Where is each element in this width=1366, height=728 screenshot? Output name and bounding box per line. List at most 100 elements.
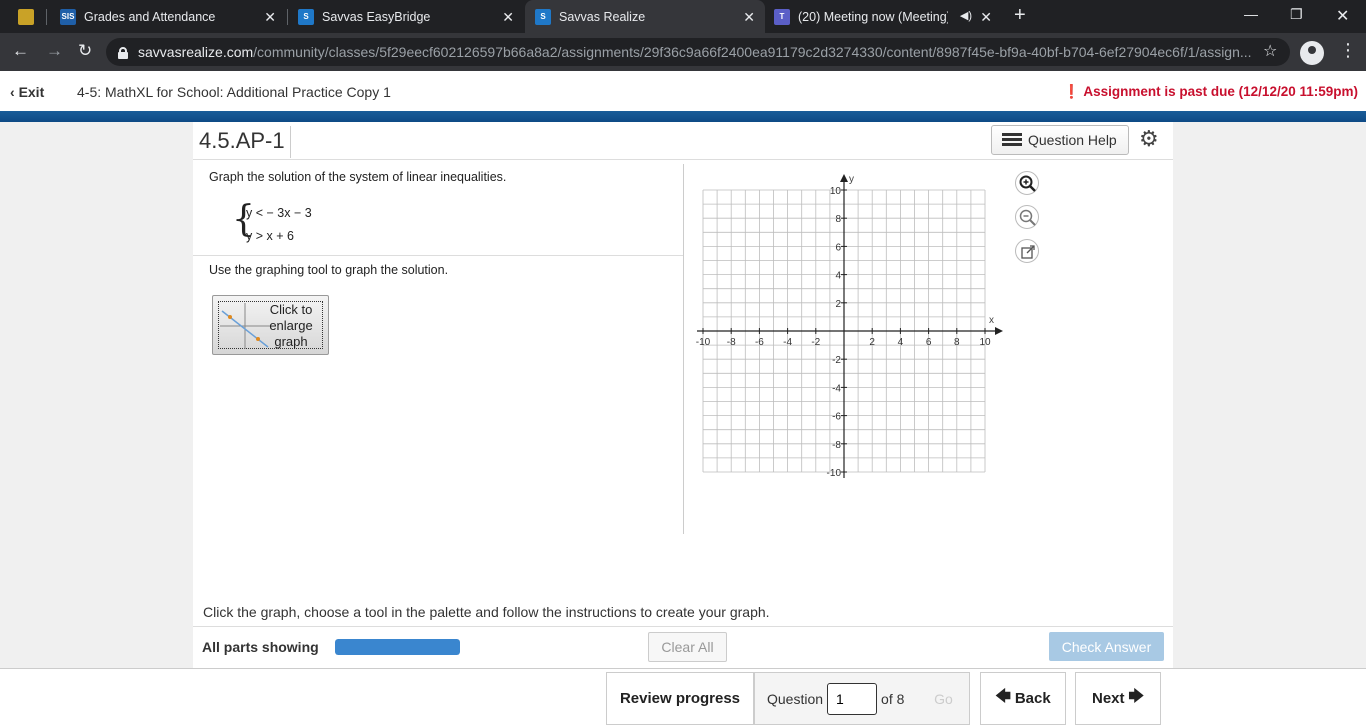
all-parts-label: All parts showing bbox=[202, 639, 319, 655]
x-tick-label: -4 bbox=[783, 337, 792, 348]
close-tab-icon[interactable]: ✕ bbox=[743, 9, 755, 26]
tab-label: (20) Meeting now (Meeting) bbox=[798, 9, 948, 24]
x-tick-label: 4 bbox=[898, 337, 904, 348]
chevron-left-icon: ‹ bbox=[10, 84, 15, 100]
clear-all-button[interactable]: Clear All bbox=[648, 632, 727, 662]
gear-icon[interactable]: ⚙ bbox=[1139, 126, 1159, 152]
y-tick-label: -8 bbox=[832, 440, 841, 451]
external-link-icon[interactable] bbox=[1015, 239, 1039, 263]
x-tick-label: 6 bbox=[926, 337, 932, 348]
graph-hint: Click the graph, choose a tool in the pa… bbox=[203, 604, 770, 620]
enlarge-graph-label: Click to enlarge graph bbox=[269, 302, 313, 349]
alert-icon: ❗ bbox=[1063, 84, 1081, 99]
list-icon bbox=[1002, 133, 1022, 147]
url-path: /community/classes/5f29eecf602126597b66a… bbox=[253, 44, 1252, 60]
enlarge-graph-button[interactable]: Click to enlarge graph bbox=[212, 295, 329, 355]
inequality-1: y < − 3x − 3 bbox=[246, 206, 312, 220]
restore-icon[interactable]: ❐ bbox=[1290, 6, 1303, 23]
question-id: 4.5.AP-1 bbox=[199, 128, 285, 153]
review-progress-button[interactable]: Review progress bbox=[606, 672, 754, 725]
bottom-navigation: Review progress Question of 8 Go 🡄 Back … bbox=[0, 668, 1366, 728]
tab-teams-meeting[interactable]: T (20) Meeting now (Meeting) ◀) ✕ bbox=[766, 0, 1002, 33]
arrow-left-icon: 🡄 bbox=[995, 688, 1011, 705]
y-tick-label: 4 bbox=[835, 271, 841, 282]
next-button[interactable]: Next 🡆 bbox=[1075, 672, 1161, 725]
y-tick-label: 2 bbox=[835, 299, 841, 310]
tab-grades-attendance[interactable]: SIS Grades and Attendance ✕ bbox=[48, 0, 286, 33]
exit-button[interactable]: ‹ Exit bbox=[10, 84, 44, 100]
reload-icon[interactable]: ↻ bbox=[78, 41, 92, 61]
y-axis-arrow bbox=[840, 174, 848, 182]
bookmark-star-icon[interactable]: ☆ bbox=[1263, 41, 1277, 61]
question-help-label: Question Help bbox=[1028, 132, 1117, 148]
coordinate-graph[interactable]: x y -10 -8 -6 -4 -2 2 4 6 8 10 10 8 6 4 2 -2 -4 -6 -8 -10 bbox=[695, 170, 1015, 482]
browser-tab-bar: SIS Grades and Attendance ✕ S Savvas Eas… bbox=[0, 0, 1366, 33]
question-count: of 8 bbox=[881, 690, 905, 707]
teams-favicon-icon: T bbox=[774, 8, 790, 25]
y-axis-label: y bbox=[849, 174, 854, 185]
url-host: savvasrealize.com bbox=[138, 44, 254, 60]
y-tick-label: 10 bbox=[830, 186, 842, 197]
x-axis-arrow bbox=[995, 327, 1003, 335]
savvas-favicon-icon: S bbox=[535, 8, 551, 25]
x-tick-label: -6 bbox=[755, 337, 764, 348]
y-tick-label: -2 bbox=[832, 355, 841, 366]
past-due-text: Assignment is past due (12/12/20 11:59pm… bbox=[1083, 84, 1358, 99]
y-tick-label: -4 bbox=[832, 383, 841, 394]
close-tab-icon[interactable]: ✕ bbox=[980, 9, 992, 26]
question-label: Question bbox=[767, 690, 824, 707]
tab-label: Grades and Attendance bbox=[84, 9, 216, 24]
question-prompt: Graph the solution of the system of line… bbox=[209, 170, 507, 184]
header-accent-bar bbox=[0, 111, 1366, 122]
go-button[interactable]: Go bbox=[917, 672, 970, 725]
exit-label: Exit bbox=[18, 84, 45, 100]
x-tick-label: -2 bbox=[811, 337, 820, 348]
graph-thumbnail-icon bbox=[220, 303, 270, 349]
assignment-title: 4-5: MathXL for School: Additional Pract… bbox=[77, 84, 391, 100]
minimize-icon[interactable]: — bbox=[1244, 6, 1258, 22]
kebab-menu-icon[interactable]: ⋮ bbox=[1339, 40, 1357, 61]
lock-icon bbox=[118, 46, 128, 59]
x-tick-label: -10 bbox=[696, 337, 711, 348]
x-tick-label: -8 bbox=[727, 337, 736, 348]
tab-savvas-realize[interactable]: S Savvas Realize ✕ bbox=[525, 0, 765, 33]
assignment-header: ‹ Exit 4-5: MathXL for School: Additiona… bbox=[0, 71, 1366, 111]
y-tick-label: -10 bbox=[827, 468, 842, 479]
zoom-in-icon[interactable] bbox=[1015, 171, 1039, 195]
sis-favicon-icon: SIS bbox=[60, 8, 76, 25]
back-label: Back bbox=[1014, 690, 1051, 707]
url-field[interactable]: savvasrealize.com /community/classes/5f2… bbox=[106, 38, 1290, 66]
new-tab-icon[interactable]: + bbox=[1014, 4, 1026, 27]
tab-savvas-easybridge[interactable]: S Savvas EasyBridge ✕ bbox=[288, 0, 524, 33]
speaker-muted-icon[interactable]: ◀) bbox=[960, 9, 972, 22]
generic-favicon-icon bbox=[18, 8, 34, 25]
zoom-out-icon[interactable] bbox=[1015, 205, 1039, 229]
parts-progress-bar bbox=[335, 639, 460, 655]
x-tick-label: 2 bbox=[869, 337, 875, 348]
close-tab-icon[interactable]: ✕ bbox=[264, 9, 276, 26]
y-tick-label: 8 bbox=[835, 214, 841, 225]
tab-label: Savvas EasyBridge bbox=[322, 9, 431, 24]
back-arrow-icon[interactable]: ← bbox=[12, 41, 29, 61]
savvas-favicon-icon: S bbox=[298, 8, 314, 25]
arrow-right-icon: 🡆 bbox=[1128, 688, 1145, 705]
x-axis-label: x bbox=[989, 315, 994, 326]
close-window-icon[interactable]: ✕ bbox=[1336, 6, 1349, 26]
tab-label: Savvas Realize bbox=[559, 9, 646, 24]
tab-pinned[interactable] bbox=[8, 0, 44, 33]
close-tab-icon[interactable]: ✕ bbox=[502, 9, 514, 26]
inequality-2: y > x + 6 bbox=[246, 229, 294, 243]
y-tick-label: -6 bbox=[832, 412, 841, 423]
forward-arrow-icon[interactable]: → bbox=[46, 41, 63, 61]
y-tick-label: 6 bbox=[835, 242, 841, 253]
past-due-notice: ❗ Assignment is past due (12/12/20 11:59… bbox=[1063, 84, 1358, 100]
profile-avatar-icon[interactable] bbox=[1300, 41, 1324, 65]
back-button[interactable]: 🡄 Back bbox=[980, 672, 1066, 725]
graph-instruction: Use the graphing tool to graph the solut… bbox=[209, 263, 449, 277]
question-number-input[interactable] bbox=[827, 682, 878, 715]
x-tick-label: 8 bbox=[954, 337, 960, 348]
question-panel: 4.5.AP-1 Question Help ⚙ Graph the solut… bbox=[193, 122, 1173, 668]
check-answer-button[interactable]: Check Answer bbox=[1049, 632, 1164, 661]
question-help-button[interactable]: Question Help bbox=[991, 125, 1129, 155]
next-label: Next bbox=[1091, 690, 1125, 707]
